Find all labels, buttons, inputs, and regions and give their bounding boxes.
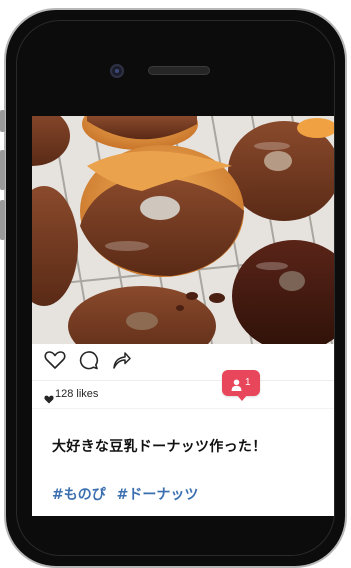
hashtag-link[interactable]: #ドーナッツ [117,487,199,503]
post-caption: 大好きな豆乳ドーナッツ作った！ [52,439,267,455]
notification-bubble: 1 [222,370,260,396]
hashtag-list: #ものぴ #ドーナッツ [52,484,204,504]
earpiece-speaker [148,66,210,75]
hashtag-link[interactable]: #ものぴ [52,487,106,503]
activity-notification-badge[interactable]: 1 [222,370,260,401]
front-camera [110,64,124,78]
volume-down-button [0,200,5,240]
mute-switch [0,110,5,132]
section-divider [32,408,334,409]
volume-up-button [0,150,5,190]
share-arrow-icon[interactable] [111,350,131,374]
phone-screen: 128 likes 1 大好きな豆乳ドーナッツ作った！ #ものぴ #ドーナッツ [32,116,334,516]
post-actions-bar [32,344,334,380]
person-icon [231,376,242,395]
likes-count[interactable]: 128 likes [55,388,98,400]
phone-frame: 128 likes 1 大好きな豆乳ドーナッツ作った！ #ものぴ #ドーナッツ [0,0,351,568]
post-photo[interactable] [32,116,334,344]
speech-bubble-icon[interactable] [78,350,99,375]
notification-count: 1 [245,377,251,388]
heart-outline-icon[interactable] [44,350,66,374]
heart-filled-icon [44,389,54,408]
donut-photo-illustration [32,116,334,344]
notification-pointer [236,394,248,401]
